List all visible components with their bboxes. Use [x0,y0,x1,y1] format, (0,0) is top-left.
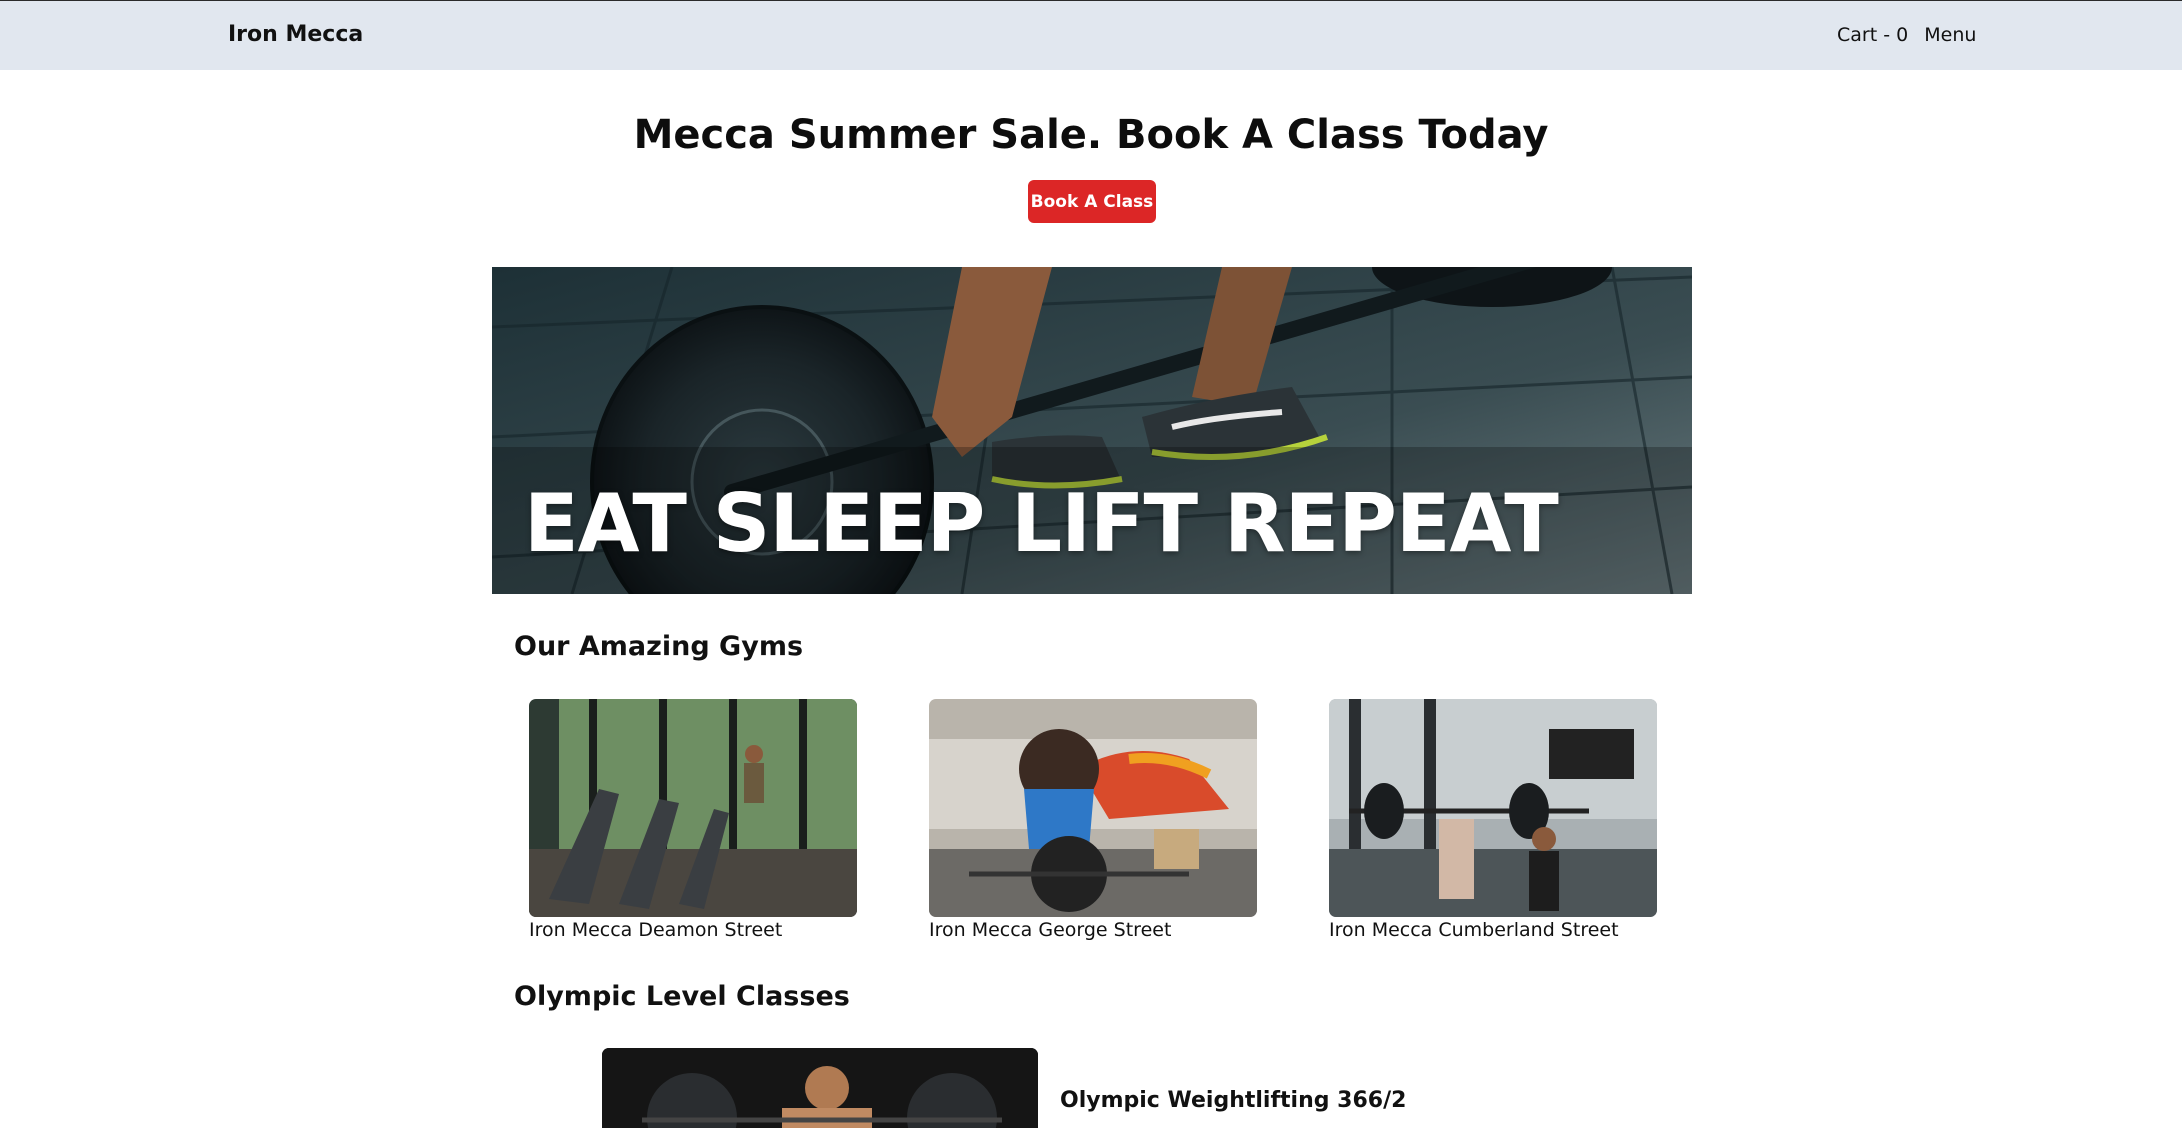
classes-section-title: Olympic Level Classes [514,981,850,1012]
brand-logo-link[interactable]: Iron Mecca [228,22,363,47]
banner-slogan: EAT SLEEP LIFT REPEAT [524,477,1559,570]
gym-photo[interactable] [1329,699,1657,917]
nav-actions: Cart - 0 Menu [1837,24,1976,46]
hero-title: Mecca Summer Sale. Book A Class Today [633,112,1549,158]
class-name[interactable]: Olympic Weightlifting 366/2 [1060,1088,1406,1113]
top-navbar: Iron Mecca Cart - 0 Menu [0,0,2182,70]
gyms-section-title: Our Amazing Gyms [514,631,804,662]
gym-name[interactable]: Iron Mecca George Street [929,919,1257,941]
hero-banner-image: EAT SLEEP LIFT REPEAT [492,267,1692,594]
gym-card[interactable]: Iron Mecca Cumberland Street [1329,699,1657,941]
gym-photo[interactable] [529,699,857,917]
gym-name[interactable]: Iron Mecca Deamon Street [529,919,857,941]
menu-link[interactable]: Menu [1924,24,1976,46]
cart-link[interactable]: Cart - 0 [1837,24,1908,46]
class-photo[interactable] [602,1048,1038,1128]
gym-name[interactable]: Iron Mecca Cumberland Street [1329,919,1657,941]
gym-card[interactable]: Iron Mecca George Street [929,699,1257,941]
gym-photo[interactable] [929,699,1257,917]
gym-card[interactable]: Iron Mecca Deamon Street [529,699,857,941]
book-class-button[interactable]: Book A Class [1028,180,1156,223]
